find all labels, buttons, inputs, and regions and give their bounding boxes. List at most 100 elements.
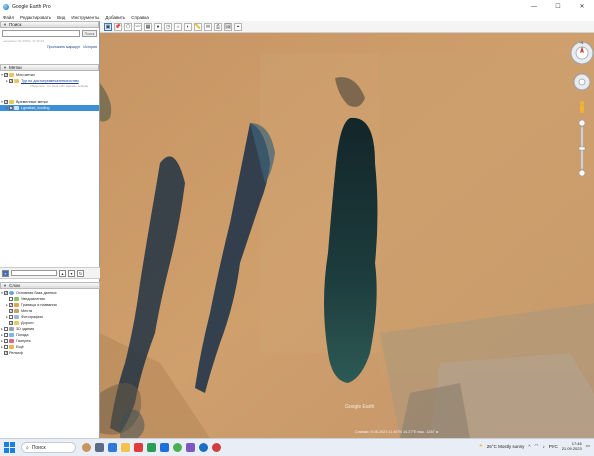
save-image-icon[interactable]: 🖼 [224,22,232,31]
search-links: Проложить маршрут История [0,44,99,50]
layer-label: Рельеф [9,351,23,355]
tray-chevron-icon[interactable]: ^ [528,444,530,449]
planets-icon[interactable]: ◐ [184,22,192,31]
network-icon[interactable]: ◠ [535,443,539,449]
app-icon[interactable] [186,443,195,452]
image-overlay-icon[interactable]: ▦ [144,22,152,31]
checkbox-icon[interactable] [4,339,8,343]
roads-icon [14,321,19,325]
search-icon[interactable]: ⌕ [2,269,9,277]
folder-icon [14,79,19,83]
checkbox-icon[interactable]: ✓ [4,351,8,355]
pegman-icon[interactable] [580,101,584,113]
record-tour-icon[interactable]: ● [154,22,162,31]
menu-bar: Файл Редактировать Вид Инструменты Добав… [0,13,594,21]
print-icon[interactable]: ⎙ [214,22,222,31]
folder-icon[interactable] [121,443,130,452]
menu-edit[interactable]: Редактировать [20,15,51,20]
weather-text[interactable]: 26°C Mostly sunny [487,444,525,449]
browser-edge-icon[interactable] [160,443,169,452]
places-tree: ▾ ✓ Мои метки ▸ ✓ Тур по достопримечател… [0,71,99,112]
layer-label: 3D здания [16,327,35,331]
refresh-icon[interactable]: ↻ [77,269,84,277]
menu-help[interactable]: Справка [131,15,149,20]
maximize-button[interactable]: ☐ [546,0,570,13]
checkbox-icon[interactable]: ✓ [9,106,13,110]
places-item-tour[interactable]: ▸ ✓ Тур по достопримечательностям [0,78,99,84]
checkbox-icon[interactable]: ✓ [4,291,8,295]
layer-label: Дороги [21,321,34,325]
main-toolbar: ▣ 📌 ⬠ 〰 ▦ ● ◷ ☼ ◐ 📏 ✉ ⎙ 🖼 ⌖ [100,21,594,33]
nav-look-control[interactable] [573,73,591,91]
taskbar-search[interactable]: ⌕ Поиск [21,442,76,453]
route-link[interactable]: Проложить маршрут [47,45,80,49]
kml-file-icon [14,106,19,110]
checkbox-icon[interactable] [9,315,13,319]
checkbox-icon[interactable]: ✓ [9,79,13,83]
email-icon[interactable]: ✉ [204,22,212,31]
window-title: Google Earth Pro [12,3,51,10]
layer-item[interactable]: ✓ Рельеф [0,350,100,356]
collapse-triangle-icon: ▼ [3,22,7,27]
globe-icon [9,291,14,295]
windows-start-icon[interactable] [4,442,15,453]
places-item-label: Мои метки [16,73,35,77]
menu-file[interactable]: Файл [3,15,14,20]
polygon-icon[interactable]: ⬠ [124,22,132,31]
sun-icon[interactable]: ☼ [174,22,182,31]
file-explorer-icon[interactable] [108,443,117,452]
buildings-icon [9,327,14,331]
search-panel-header[interactable]: ▼ Поиск [0,21,99,28]
menu-tools[interactable]: Инструменты [71,15,99,20]
checkbox-icon[interactable]: ✓ [9,309,13,313]
sidebar-toggle-icon[interactable]: ▣ [104,22,112,31]
taskbar-search-label: Поиск [31,444,46,451]
task-view-icon[interactable] [95,443,104,452]
google-maps-icon[interactable]: ⌖ [234,22,242,31]
checkbox-icon[interactable]: ✓ [9,321,13,325]
layers-panel-header[interactable]: ▼ Слои [0,282,100,289]
arrow-up-icon[interactable]: ▴ [59,269,66,277]
menu-view[interactable]: Вид [57,15,65,20]
map-view[interactable]: N Google Earth Снимки: 5.06.2023 11.46°N… [100,33,594,438]
history-link[interactable]: История [83,45,97,49]
google-earth-taskbar-icon[interactable] [199,443,208,452]
placemark-icon[interactable]: 📌 [114,22,122,31]
ruler-icon[interactable]: 📏 [194,22,202,31]
checkbox-icon[interactable] [9,297,13,301]
checkbox-icon[interactable]: ✓ [4,100,8,104]
checkbox-icon[interactable]: ✓ [4,73,8,77]
map-status-bar: Снимки: 5.06.2023 11.46°N 14.27°E выс. 1… [355,430,439,434]
satellite-imagery[interactable]: N Google Earth [100,33,594,438]
checkbox-icon[interactable] [4,333,8,337]
more-icon [9,345,14,349]
volume-icon[interactable]: ♪ [542,444,544,449]
search-row: Поиск [0,28,99,39]
language-indicator[interactable]: РУС [549,444,558,449]
compass-north-label: N [581,40,584,45]
mail-icon[interactable] [134,443,143,452]
folder-icon [9,100,14,104]
opera-icon[interactable] [212,443,221,452]
excel-icon[interactable] [147,443,156,452]
places-filter-input[interactable] [11,270,57,276]
notifications-icon[interactable]: ▭ [586,443,590,449]
places-panel-header[interactable]: ▼ Метки [0,64,99,71]
history-icon[interactable]: ◷ [164,22,172,31]
places-item-selected[interactable]: ▸ ✓ Lgirailad_kooling [0,105,99,111]
search-input[interactable] [2,30,80,37]
checkbox-icon[interactable]: ✓ [9,303,13,307]
window-controls: — ☐ ✕ [522,0,594,13]
chrome-icon[interactable] [173,443,182,452]
system-tray: ☀ 26°C Mostly sunny ^ ◠ ♪ РУС 17:46 21.0… [479,441,590,451]
search-button[interactable]: Поиск [82,30,97,37]
menu-add[interactable]: Добавить [105,15,125,20]
clock[interactable]: 17:46 21.09.2023 [562,441,582,451]
path-icon[interactable]: 〰 [134,22,142,31]
arrow-down-icon[interactable]: ▾ [68,269,75,277]
checkbox-icon[interactable] [4,345,8,349]
checkbox-icon[interactable] [4,327,8,331]
user-photo-icon[interactable] [82,443,91,452]
minimize-button[interactable]: — [522,0,546,13]
close-button[interactable]: ✕ [570,0,594,13]
